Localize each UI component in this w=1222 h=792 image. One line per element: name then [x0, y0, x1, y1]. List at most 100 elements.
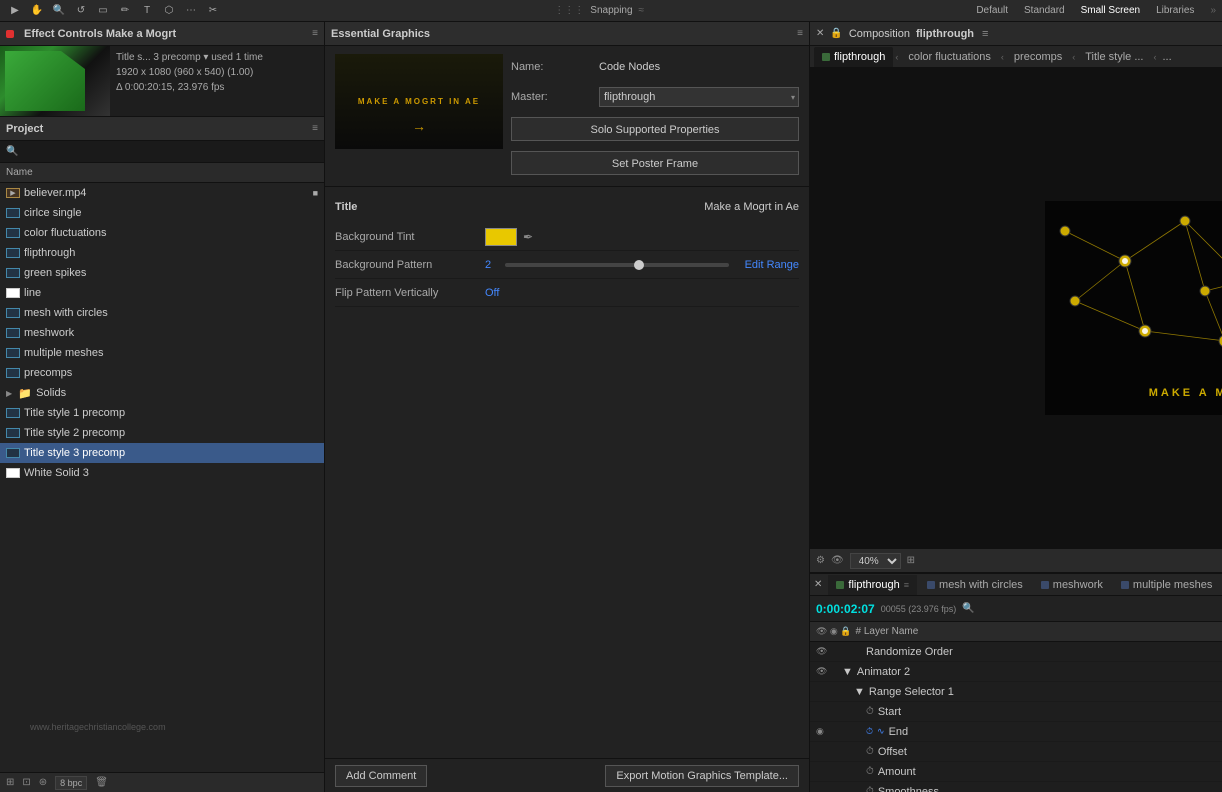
hand-tool[interactable]: ✋	[28, 2, 46, 20]
tl-fps: 00055 (23.976 fps)	[881, 604, 957, 614]
tl-current-time[interactable]: 0:00:02:07	[816, 602, 875, 616]
file-item-meshwork[interactable]: meshwork	[0, 323, 324, 343]
tl-tab-dot	[1041, 581, 1049, 589]
tab-label: flipthrough	[834, 51, 885, 63]
file-item-believer[interactable]: ▶ believer.mp4 ■	[0, 183, 324, 203]
file-info-dur: Δ 0:00:20:15, 23.976 fps	[116, 80, 263, 95]
eyedropper-icon[interactable]: ✒	[523, 230, 533, 244]
flip-pattern-label: Flip Pattern Vertically	[335, 287, 485, 299]
brush-tool[interactable]: ⋯	[182, 2, 200, 20]
end-row: ⏱ ∿ End	[866, 726, 908, 738]
tab-chevron: ‹	[895, 52, 898, 62]
select-tool[interactable]: ▶	[6, 2, 24, 20]
comp-tab-title-style[interactable]: Title style ...	[1077, 47, 1151, 67]
bg-pattern-value[interactable]: 2	[485, 259, 491, 271]
workspace-standard[interactable]: Standard	[1024, 5, 1065, 16]
tl-tab-flipthrough[interactable]: flipthrough ≡	[828, 575, 917, 595]
shape-tool[interactable]: ▭	[94, 2, 112, 20]
close-icon[interactable]: ✕	[816, 28, 824, 39]
export-template-btn[interactable]: Export Motion Graphics Template...	[605, 765, 799, 787]
file-item-solids-folder[interactable]: ▶ 📁 Solids	[0, 383, 324, 403]
pen-tool[interactable]: ✏	[116, 2, 134, 20]
expand-icon[interactable]: ▼	[854, 686, 865, 698]
essential-graphics-panel: Essential Graphics ≡ MAKE A MOGRT IN AE …	[325, 22, 810, 792]
bg-pattern-label: Background Pattern	[335, 259, 485, 271]
file-item-mesh-circles[interactable]: mesh with circles	[0, 303, 324, 323]
file-item-title2[interactable]: Title style 2 precomp	[0, 423, 324, 443]
zoom-tool[interactable]: 🔍	[50, 2, 68, 20]
file-name: flipthrough	[24, 247, 75, 259]
new-folder-icon[interactable]: ⊞	[6, 777, 14, 788]
fit-icon[interactable]: ⊞	[907, 555, 915, 566]
panel-menu-icon[interactable]: ≡	[312, 28, 318, 39]
project-menu[interactable]: ≡	[312, 123, 318, 134]
comp-settings-icon[interactable]: ⚙	[816, 555, 825, 566]
file-name: White Solid 3	[24, 467, 89, 479]
zoom-select[interactable]: 40%	[850, 553, 901, 569]
tl-tab-multiple-meshes[interactable]: multiple meshes	[1113, 575, 1220, 595]
new-comp-icon[interactable]: ⊡	[22, 777, 30, 788]
file-name: mesh with circles	[24, 307, 108, 319]
vis-icon[interactable]: 👁	[816, 646, 826, 657]
file-info-res: 1920 x 1080 (960 x 540) (1.00)	[116, 65, 263, 80]
file-name: cirlce single	[24, 207, 81, 219]
bg-pattern-slider[interactable]	[505, 263, 728, 267]
close-tl-icon[interactable]: ✕	[814, 579, 822, 590]
add-comment-btn[interactable]: Add Comment	[335, 765, 427, 787]
file-list[interactable]: ▶ believer.mp4 ■ cirlce single color flu…	[0, 183, 324, 772]
comp-menu-icon[interactable]: ≡	[982, 28, 988, 40]
file-item-precomps[interactable]: precomps	[0, 363, 324, 383]
file-name: Title style 1 precomp	[24, 407, 125, 419]
layer-start: ⏱ Start 100%	[810, 702, 1222, 722]
tl-tab-mesh-circles[interactable]: mesh with circles	[919, 575, 1031, 595]
tl-tab-dot	[836, 581, 844, 589]
set-poster-btn[interactable]: Set Poster Frame	[511, 151, 799, 175]
comp-icon	[6, 448, 20, 458]
file-item-color-fluct[interactable]: color fluctuations	[0, 223, 324, 243]
tl-tab-close[interactable]: ≡	[904, 580, 909, 590]
solid-icon	[6, 468, 20, 478]
file-item-flipthrough[interactable]: flipthrough	[0, 243, 324, 263]
layer-vis-header: 👁 ◉ 🔒	[816, 626, 852, 637]
shape-tool-2[interactable]: ⬡	[160, 2, 178, 20]
master-select[interactable]: flipthrough	[599, 87, 799, 107]
text-tool[interactable]: T	[138, 2, 156, 20]
project-thumbnail	[0, 46, 110, 116]
vis-icon[interactable]: 👁	[816, 666, 826, 677]
clone-tool[interactable]: ✂	[204, 2, 222, 20]
eg-menu[interactable]: ≡	[797, 28, 803, 39]
workspace-libraries[interactable]: Libraries	[1156, 5, 1194, 16]
file-item-white-solid[interactable]: White Solid 3	[0, 463, 324, 483]
file-item-title1[interactable]: Title style 1 precomp	[0, 403, 324, 423]
tl-tab-dot	[1121, 581, 1129, 589]
comp-tab-color-fluct[interactable]: color fluctuations	[900, 47, 999, 67]
mesh-svg: MAKE A MOGRT IN AE	[1045, 201, 1222, 415]
new-item-icon[interactable]: ⊛	[39, 777, 47, 788]
file-item-line[interactable]: line	[0, 283, 324, 303]
solo-supported-btn[interactable]: Solo Supported Properties	[511, 117, 799, 141]
file-item-title3[interactable]: Title style 3 precomp	[0, 443, 324, 463]
file-item-green-spikes[interactable]: green spikes	[0, 263, 324, 283]
edit-range-btn[interactable]: Edit Range	[745, 259, 799, 271]
file-item-circle-single[interactable]: cirlce single	[0, 203, 324, 223]
tl-tab-meshwork[interactable]: meshwork	[1033, 575, 1111, 595]
comp-tab-flipthrough[interactable]: flipthrough	[814, 47, 893, 67]
file-item-multiple-meshes[interactable]: multiple meshes	[0, 343, 324, 363]
file-name: green spikes	[24, 267, 86, 279]
comp-icon	[6, 208, 20, 218]
flip-pattern-value[interactable]: Off	[485, 287, 499, 299]
layer-amount: ⏱ Amount 100%	[810, 762, 1222, 782]
workspace-smallscreen[interactable]: Small Screen	[1081, 5, 1140, 16]
comp-tab-precomps[interactable]: precomps	[1006, 47, 1070, 67]
tl-search-icon[interactable]: 🔍	[962, 603, 974, 614]
trash-icon[interactable]: 🗑	[95, 777, 108, 788]
tab-chevron-3: ‹	[1072, 52, 1075, 62]
top-toolbar: ▶ ✋ 🔍 ↺ ▭ ✏ T ⬡ ⋯ ✂ ⋮⋮⋮ Snapping ≈ Defau…	[0, 0, 1222, 22]
prop-bg-pattern: Background Pattern 2 Edit Range	[335, 251, 799, 279]
project-search-input[interactable]	[22, 144, 318, 160]
color-swatch[interactable]	[485, 228, 517, 246]
workspace-default[interactable]: Default	[976, 5, 1008, 16]
rotate-tool[interactable]: ↺	[72, 2, 90, 20]
expand-icon[interactable]: ▼	[842, 666, 853, 678]
view-icon[interactable]: 👁	[831, 555, 844, 566]
